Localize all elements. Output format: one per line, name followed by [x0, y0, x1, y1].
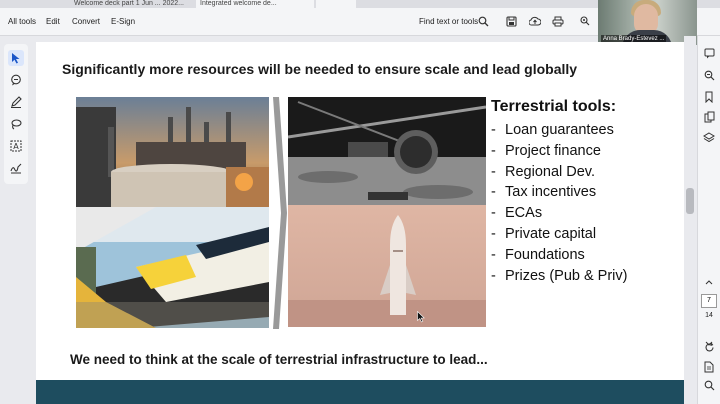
- upload-icon[interactable]: [528, 14, 542, 28]
- edit-menu[interactable]: Edit: [46, 17, 60, 26]
- mouse-cursor-icon: [417, 311, 425, 323]
- comment-panel-icon[interactable]: [702, 46, 716, 60]
- layers-icon[interactable]: [702, 130, 716, 144]
- rocket-image: [288, 205, 486, 327]
- sign-icon[interactable]: [8, 160, 24, 176]
- slide-title: Significantly more resources will be nee…: [62, 61, 578, 77]
- svg-text:A: A: [13, 142, 19, 151]
- comment-icon[interactable]: [8, 72, 24, 88]
- slide-footer-band: [36, 380, 684, 404]
- lasso-icon[interactable]: [8, 116, 24, 132]
- zoom-icon[interactable]: [702, 68, 716, 82]
- bookmark-icon[interactable]: [702, 90, 716, 104]
- slide-page: Significantly more resources will be nee…: [36, 42, 684, 404]
- list-item: - Project finance: [491, 142, 601, 159]
- list-item: - ECAs: [491, 205, 543, 222]
- zoom-out-icon[interactable]: [702, 378, 716, 392]
- power-plant-image: [76, 97, 269, 207]
- tab-integrated-welcome-deck[interactable]: Integrated welcome de...: [196, 0, 314, 8]
- print-icon[interactable]: [551, 14, 565, 28]
- list-item: - Prizes (Pub & Priv): [491, 267, 628, 284]
- scrollbar-thumb[interactable]: [686, 188, 694, 214]
- terrestrial-tools-list: - Loan guarantees - Project finance - Regio…: [491, 120, 627, 286]
- document-icon[interactable]: [702, 360, 716, 374]
- cursor-icon[interactable]: [8, 50, 24, 66]
- right-sidebar: 7 14: [697, 36, 720, 404]
- esign-menu[interactable]: E-Sign: [111, 17, 135, 26]
- all-tools-menu[interactable]: All tools: [8, 17, 36, 26]
- convert-menu[interactable]: Convert: [72, 17, 100, 26]
- save-icon[interactable]: [504, 14, 518, 28]
- train-image: [76, 207, 269, 328]
- pen-icon[interactable]: [8, 94, 24, 110]
- new-tab-button[interactable]: [316, 0, 356, 8]
- total-pages-label: 14: [705, 312, 713, 319]
- slide-bottom-text: We need to think at the scale of terrest…: [70, 352, 488, 367]
- share-icon[interactable]: [578, 14, 592, 28]
- video-participant-tile: Anna Brady-Estevez ...: [598, 0, 697, 45]
- list-item: - Private capital: [491, 225, 597, 242]
- tab-welcome-deck-part1[interactable]: Welcome deck part 1 Jun ... 2022...: [70, 0, 190, 8]
- search-icon[interactable]: [476, 14, 490, 28]
- tab-menu[interactable]: [8, 0, 78, 8]
- current-page-input[interactable]: 7: [701, 294, 717, 308]
- lunar-mining-image: [288, 97, 486, 205]
- pages-icon[interactable]: [702, 110, 716, 124]
- text-select-icon[interactable]: A: [8, 138, 24, 154]
- list-item: - Regional Dev.: [491, 163, 596, 180]
- find-text-input[interactable]: Find text or tools: [419, 17, 478, 26]
- list-item: - Foundations: [491, 246, 585, 263]
- refresh-icon[interactable]: [702, 340, 716, 354]
- left-tool-panel: A: [4, 44, 28, 184]
- terrestrial-tools-heading: Terrestrial tools:: [491, 98, 617, 115]
- list-item: - Tax incentives: [491, 184, 597, 201]
- scrollbar-track[interactable]: [684, 36, 696, 404]
- page-up-icon[interactable]: [701, 280, 717, 287]
- list-item: - Loan guarantees: [491, 122, 614, 138]
- arrow-divider-icon: [273, 97, 287, 329]
